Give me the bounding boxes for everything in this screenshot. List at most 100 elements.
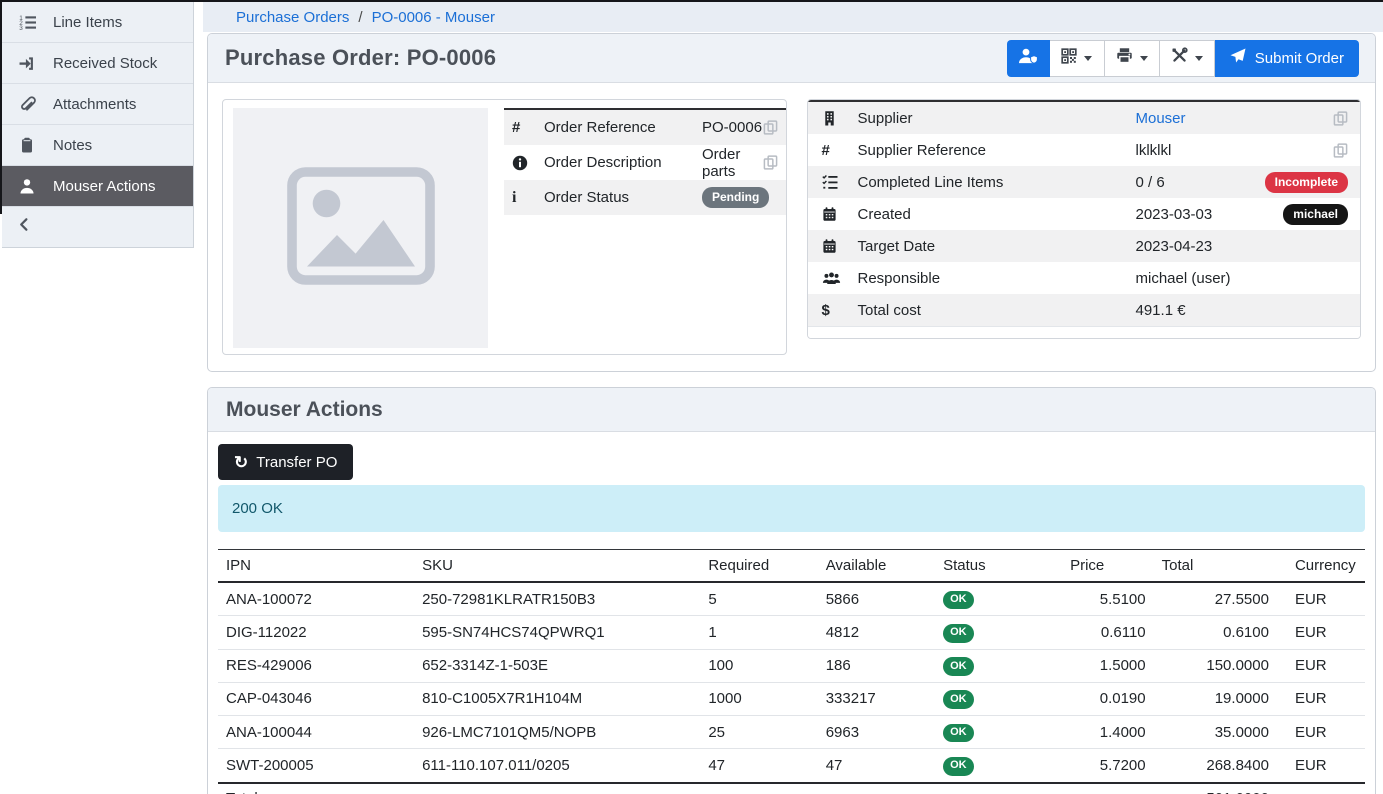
ok-badge: OK bbox=[943, 657, 974, 676]
detail-empty-row bbox=[808, 326, 1361, 339]
sidebar-item-label: Attachments bbox=[53, 96, 136, 113]
info-circle-icon bbox=[512, 155, 544, 171]
paperclip-icon bbox=[17, 96, 37, 113]
order-image-placeholder[interactable] bbox=[233, 108, 488, 348]
mouser-actions-title: Mouser Actions bbox=[226, 398, 383, 422]
total-label: Total bbox=[218, 783, 414, 794]
detail-value: Pending bbox=[702, 187, 778, 208]
cell-available: 4812 bbox=[818, 616, 935, 649]
user-shield-icon bbox=[1018, 47, 1038, 69]
cell-price: 5.7200 bbox=[1062, 749, 1154, 783]
chevron-left-icon bbox=[17, 217, 32, 237]
detail-label: Supplier bbox=[858, 110, 1136, 127]
cell-status: OK bbox=[935, 749, 1062, 783]
copy-icon[interactable] bbox=[1333, 111, 1348, 126]
mouser-actions-panel: Mouser Actions ↻ Transfer PO 200 OK IPN … bbox=[207, 387, 1376, 794]
barcode-actions-button[interactable] bbox=[1007, 40, 1050, 77]
cell-total: 35.0000 bbox=[1154, 716, 1277, 749]
detail-label: Order Status bbox=[544, 189, 702, 206]
table-row: DIG-112022 595-SN74HCS74QPWRQ1 1 4812 OK… bbox=[218, 616, 1365, 649]
order-summary-table: # Order Reference PO-0006 Order Descript… bbox=[504, 108, 786, 215]
order-details-card: Supplier Mouser # Supplier Reference lkl… bbox=[807, 99, 1362, 339]
users-icon bbox=[822, 271, 858, 286]
sidebar-item-received-stock[interactable]: Received Stock bbox=[2, 43, 193, 84]
copy-icon[interactable] bbox=[763, 155, 778, 170]
column-header-available: Available bbox=[818, 550, 935, 583]
detail-row-responsible: Responsible michael (user) bbox=[808, 262, 1361, 294]
total-value: 501.0000 bbox=[1154, 783, 1277, 794]
sidebar-item-mouser-actions[interactable]: Mouser Actions bbox=[2, 166, 193, 207]
barcode-dropdown-button[interactable] bbox=[1050, 40, 1105, 77]
dollar-icon: $ bbox=[822, 302, 858, 319]
status-alert-text: 200 OK bbox=[232, 500, 283, 517]
print-dropdown-button[interactable] bbox=[1105, 40, 1160, 77]
cell-sku: 611-110.107.011/0205 bbox=[414, 749, 700, 783]
cell-total: 150.0000 bbox=[1154, 649, 1277, 682]
cell-total: 268.8400 bbox=[1154, 749, 1277, 783]
sidebar-item-attachments[interactable]: Attachments bbox=[2, 84, 193, 125]
cell-required: 1 bbox=[700, 616, 817, 649]
cell-currency: EUR bbox=[1277, 682, 1365, 715]
cell-available: 47 bbox=[818, 749, 935, 783]
detail-label: Target Date bbox=[858, 238, 1136, 255]
transfer-po-label: Transfer PO bbox=[256, 454, 337, 471]
submit-order-button[interactable]: Submit Order bbox=[1215, 40, 1359, 77]
sidebar: 123 Line Items Received Stock Attachment… bbox=[2, 2, 194, 248]
purchase-order-panel-body: # Order Reference PO-0006 Order Descript… bbox=[208, 83, 1375, 371]
cell-required: 100 bbox=[700, 649, 817, 682]
detail-label: Supplier Reference bbox=[858, 142, 1136, 159]
cell-total: 27.5500 bbox=[1154, 582, 1277, 616]
column-header-total: Total bbox=[1154, 550, 1277, 583]
clipboard-icon bbox=[17, 137, 37, 153]
sidebar-item-line-items[interactable]: 123 Line Items bbox=[2, 2, 193, 43]
tasks-icon bbox=[822, 174, 858, 190]
column-header-ipn: IPN bbox=[218, 550, 414, 583]
hashtag-icon: # bbox=[822, 142, 858, 159]
calendar-icon bbox=[822, 238, 858, 254]
detail-row-supplier-reference: # Supplier Reference lklklkl bbox=[808, 134, 1361, 166]
breadcrumb-purchase-orders[interactable]: Purchase Orders bbox=[236, 9, 349, 26]
cell-price: 0.6110 bbox=[1062, 616, 1154, 649]
cell-price: 0.0190 bbox=[1062, 682, 1154, 715]
image-placeholder-icon bbox=[286, 165, 436, 292]
purchase-order-panel-header: Purchase Order: PO-0006 bbox=[208, 34, 1375, 83]
detail-value: PO-0006 bbox=[702, 119, 763, 136]
cell-sku: 810-C1005X7R1H104M bbox=[414, 682, 700, 715]
cell-total: 19.0000 bbox=[1154, 682, 1277, 715]
detail-row-created: Created 2023-03-03 michael bbox=[808, 198, 1361, 230]
breadcrumb: Purchase Orders / PO-0006 - Mouser bbox=[203, 2, 1383, 32]
table-row: SWT-200005 611-110.107.011/0205 47 47 OK… bbox=[218, 749, 1365, 783]
copy-icon[interactable] bbox=[763, 120, 778, 135]
svg-text:3: 3 bbox=[19, 24, 23, 30]
supplier-link[interactable]: Mouser bbox=[1136, 110, 1186, 127]
cell-required: 47 bbox=[700, 749, 817, 783]
detail-row-order-description: Order Description Order parts bbox=[504, 145, 786, 180]
page-title: Purchase Order: PO-0006 bbox=[225, 45, 496, 71]
detail-row-order-reference: # Order Reference PO-0006 bbox=[504, 110, 786, 145]
sign-in-icon bbox=[17, 55, 37, 72]
table-row: ANA-100044 926-LMC7101QM5/NOPB 25 6963 O… bbox=[218, 716, 1365, 749]
transfer-po-button[interactable]: ↻ Transfer PO bbox=[218, 444, 353, 480]
tools-dropdown-button[interactable] bbox=[1160, 40, 1215, 77]
detail-row-completed-line-items: Completed Line Items 0 / 6 Incomplete bbox=[808, 166, 1361, 198]
breadcrumb-current-order[interactable]: PO-0006 - Mouser bbox=[372, 9, 495, 26]
detail-row-target-date: Target Date 2023-04-23 bbox=[808, 230, 1361, 262]
sidebar-item-notes[interactable]: Notes bbox=[2, 125, 193, 166]
cell-price: 1.4000 bbox=[1062, 716, 1154, 749]
status-badge: Pending bbox=[702, 187, 769, 208]
building-icon bbox=[822, 110, 858, 126]
window-top-edge bbox=[0, 0, 1383, 2]
detail-value: 0 / 6 bbox=[1136, 174, 1265, 191]
cell-ipn: DIG-112022 bbox=[218, 616, 414, 649]
parts-table-header-row: IPN SKU Required Available Status Price … bbox=[218, 550, 1365, 583]
cell-available: 333217 bbox=[818, 682, 935, 715]
sidebar-collapse-button[interactable] bbox=[2, 207, 193, 247]
cell-sku: 250-72981KLRATR150B3 bbox=[414, 582, 700, 616]
main-content: Purchase Orders / PO-0006 - Mouser Purch… bbox=[203, 2, 1383, 794]
tools-icon bbox=[1171, 47, 1188, 69]
sidebar-item-label: Mouser Actions bbox=[53, 178, 156, 195]
detail-label: Created bbox=[858, 206, 1136, 223]
copy-icon[interactable] bbox=[1333, 143, 1348, 158]
parts-table-body: ANA-100072 250-72981KLRATR150B3 5 5866 O… bbox=[218, 582, 1365, 783]
qrcode-icon bbox=[1061, 48, 1077, 69]
